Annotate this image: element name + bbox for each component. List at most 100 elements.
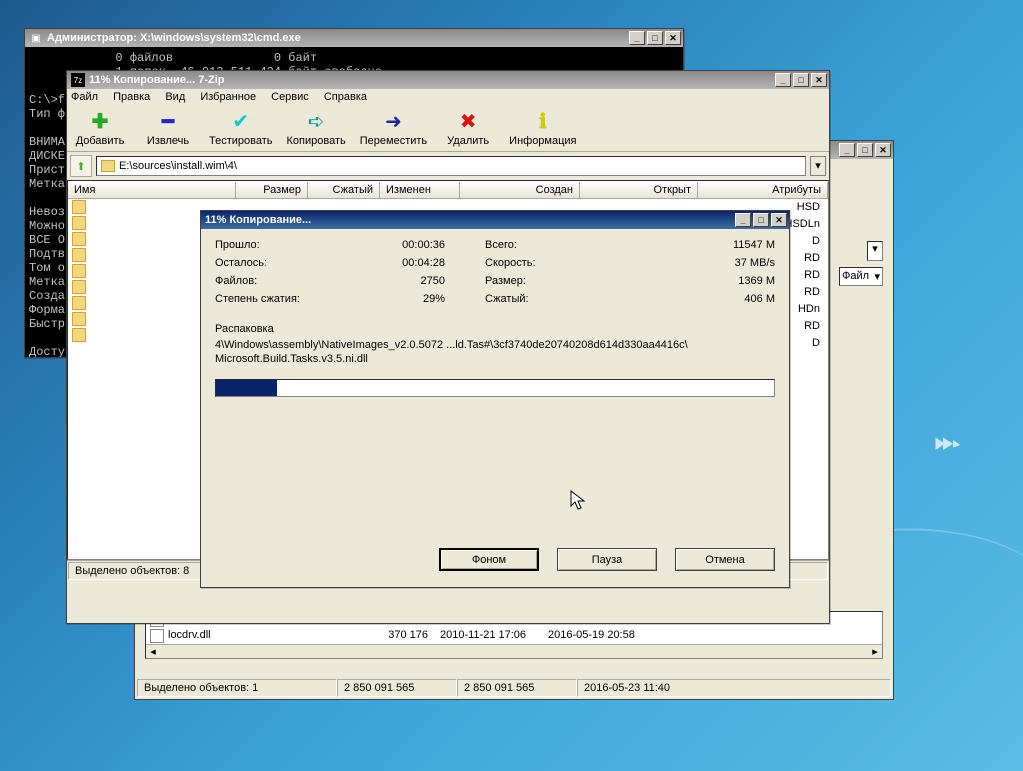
path-dropdown[interactable]: ▾ bbox=[810, 156, 826, 176]
dropdown-arrow-icon[interactable]: ▾ bbox=[867, 241, 883, 261]
copy-arrow-icon: ➪ bbox=[287, 109, 346, 133]
pause-button[interactable]: Пауза bbox=[557, 548, 657, 571]
delete-icon: ✖ bbox=[441, 109, 495, 133]
folder-icon bbox=[72, 264, 86, 278]
status-size1: 2 850 091 565 bbox=[337, 679, 457, 697]
maximize-button[interactable]: □ bbox=[793, 73, 809, 87]
plus-icon: ✚ bbox=[73, 109, 127, 133]
maximize-button[interactable]: □ bbox=[647, 31, 663, 45]
packed-value: 406 M bbox=[585, 293, 775, 305]
7zip-titlebar[interactable]: 7z 11% Копирование... 7-Zip _ □ ✕ bbox=[67, 71, 829, 89]
minus-icon: ━ bbox=[141, 109, 195, 133]
status-size2: 2 850 091 565 bbox=[457, 679, 577, 697]
scrollbar[interactable]: ◂▸ bbox=[146, 644, 882, 658]
background-button[interactable]: Фоном bbox=[439, 548, 539, 571]
add-button[interactable]: ✚Добавить bbox=[73, 109, 127, 147]
up-arrow-icon: ⬆ bbox=[76, 160, 85, 173]
menu-file[interactable]: Файл bbox=[71, 91, 98, 103]
total-label: Всего: bbox=[485, 239, 585, 251]
col-size[interactable]: Размер bbox=[236, 182, 308, 199]
file-icon bbox=[150, 629, 164, 643]
progress-title: 11% Копирование... bbox=[205, 214, 735, 226]
test-button[interactable]: ✔Тестировать bbox=[209, 109, 273, 147]
address-bar: ⬆ E:\sources\install.wim\4\ ▾ bbox=[67, 152, 829, 180]
col-modified[interactable]: Изменен bbox=[380, 182, 460, 199]
speed-value: 37 MB/s bbox=[585, 257, 775, 269]
close-button[interactable]: ✕ bbox=[665, 31, 681, 45]
remaining-value: 00:04:28 bbox=[335, 257, 445, 269]
bg-status-bar: Выделено объектов: 1 2 850 091 565 2 850… bbox=[137, 679, 891, 697]
size-value: 1369 M bbox=[585, 275, 775, 287]
size-label: Размер: bbox=[485, 275, 585, 287]
menu-help[interactable]: Справка bbox=[324, 91, 367, 103]
minimize-button[interactable]: _ bbox=[735, 213, 751, 227]
folder-icon bbox=[72, 296, 86, 310]
progress-dialog: 11% Копирование... _ □ ✕ Прошло: 00:00:3… bbox=[200, 210, 790, 588]
toolbar: ✚Добавить ━Извлечь ✔Тестировать ➪Копиров… bbox=[67, 105, 829, 152]
col-opened[interactable]: Открыт bbox=[580, 182, 698, 199]
file-size: 370 176 bbox=[348, 629, 428, 643]
progress-titlebar[interactable]: 11% Копирование... _ □ ✕ bbox=[201, 211, 789, 229]
move-button[interactable]: ➜Переместить bbox=[360, 109, 427, 147]
folder-icon bbox=[72, 280, 86, 294]
menu-view[interactable]: Вид bbox=[165, 91, 185, 103]
progress-fill bbox=[216, 380, 277, 396]
path-text: E:\sources\install.wim\4\ bbox=[119, 160, 237, 172]
maximize-button[interactable]: □ bbox=[753, 213, 769, 227]
col-packed[interactable]: Сжатый bbox=[308, 182, 380, 199]
menu-favorites[interactable]: Избранное bbox=[200, 91, 256, 103]
7zip-title: 11% Копирование... 7-Zip bbox=[89, 74, 775, 86]
minimize-button[interactable]: _ bbox=[629, 31, 645, 45]
packed-label: Сжатый: bbox=[485, 293, 585, 305]
list-header: Имя Размер Сжатый Изменен Создан Открыт … bbox=[68, 181, 828, 199]
file-row[interactable]: locdrv.dll 370 176 2010-11-21 17:06 2016… bbox=[146, 628, 882, 644]
elapsed-label: Прошло: bbox=[215, 239, 335, 251]
cmd-icon: ▣ bbox=[29, 31, 43, 45]
folder-icon bbox=[72, 312, 86, 326]
status-selection: Выделено объектов: 1 bbox=[137, 679, 337, 697]
cancel-button[interactable]: Отмена bbox=[675, 548, 775, 571]
maximize-button[interactable]: □ bbox=[857, 143, 873, 157]
minimize-button[interactable]: _ bbox=[839, 143, 855, 157]
col-name[interactable]: Имя bbox=[68, 182, 236, 199]
copy-button[interactable]: ➪Копировать bbox=[287, 109, 346, 147]
close-button[interactable]: ✕ bbox=[811, 73, 827, 87]
info-icon: ℹ bbox=[509, 109, 576, 133]
extract-path-2: Microsoft.Build.Tasks.v3.5.ni.dll bbox=[215, 353, 775, 365]
files-value: 2750 bbox=[335, 275, 445, 287]
info-button[interactable]: ℹИнформация bbox=[509, 109, 576, 147]
file-name: locdrv.dll bbox=[168, 629, 348, 643]
close-button[interactable]: ✕ bbox=[771, 213, 787, 227]
status-date: 2016-05-23 11:40 bbox=[577, 679, 891, 697]
folder-icon bbox=[72, 328, 86, 342]
7zip-icon: 7z bbox=[71, 73, 85, 87]
check-icon: ✔ bbox=[209, 109, 273, 133]
menu-bar: Файл Правка Вид Избранное Сервис Справка bbox=[67, 89, 829, 105]
close-button[interactable]: ✕ bbox=[875, 143, 891, 157]
total-value: 11547 M bbox=[585, 239, 775, 251]
folder-icon bbox=[72, 232, 86, 246]
files-label: Файлов: bbox=[215, 275, 335, 287]
menu-service[interactable]: Сервис bbox=[271, 91, 309, 103]
speed-label: Скорость: bbox=[485, 257, 585, 269]
folder-icon bbox=[72, 200, 86, 214]
move-arrow-icon: ➜ bbox=[360, 109, 427, 133]
delete-button[interactable]: ✖Удалить bbox=[441, 109, 495, 147]
file-date2: 2016-05-19 20:58 bbox=[548, 629, 668, 643]
minimize-button[interactable]: _ bbox=[775, 73, 791, 87]
col-created[interactable]: Создан bbox=[460, 182, 580, 199]
extract-label: Распаковка bbox=[215, 323, 775, 335]
menu-edit[interactable]: Правка bbox=[113, 91, 150, 103]
folder-icon bbox=[72, 248, 86, 262]
cmd-title: Администратор: X:\windows\system32\cmd.e… bbox=[47, 32, 629, 44]
folder-icon bbox=[72, 216, 86, 230]
remaining-label: Осталось: bbox=[215, 257, 335, 269]
folder-icon bbox=[101, 160, 115, 172]
file-dropdown-label: Файл bbox=[842, 270, 869, 283]
path-input[interactable]: E:\sources\install.wim\4\ bbox=[96, 156, 806, 176]
extract-button[interactable]: ━Извлечь bbox=[141, 109, 195, 147]
extract-path-1: 4\Windows\assembly\NativeImages_v2.0.507… bbox=[215, 339, 775, 351]
up-button[interactable]: ⬆ bbox=[70, 155, 92, 177]
file-dropdown[interactable]: Файл▾ bbox=[839, 267, 883, 286]
cmd-titlebar[interactable]: ▣ Администратор: X:\windows\system32\cmd… bbox=[25, 29, 683, 47]
